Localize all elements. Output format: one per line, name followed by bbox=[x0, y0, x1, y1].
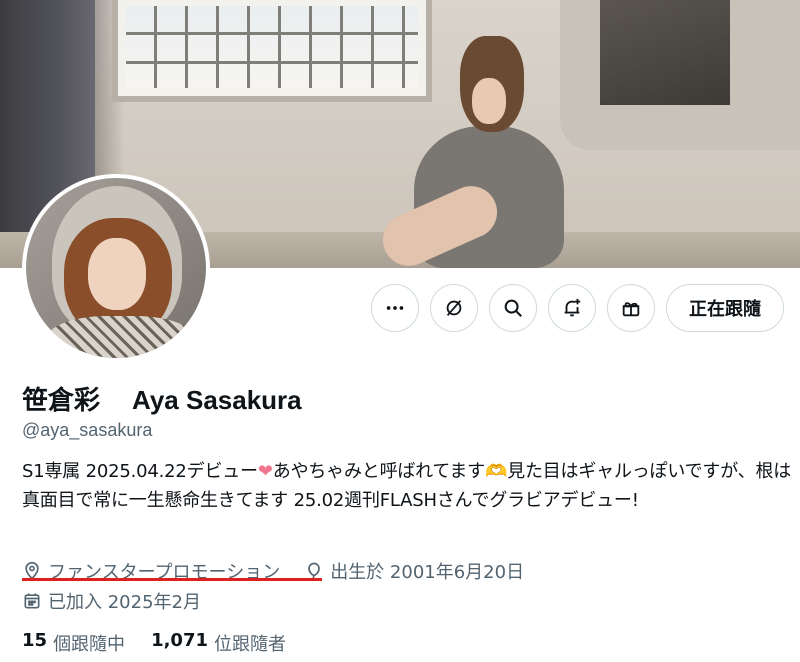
heart-emoji: ❤ bbox=[257, 461, 273, 482]
search-icon bbox=[504, 299, 522, 317]
grok-button[interactable] bbox=[430, 284, 478, 332]
avatar[interactable] bbox=[22, 174, 210, 362]
gift-button[interactable] bbox=[607, 284, 655, 332]
birthday-text: 出生於 2001年6月20日 bbox=[330, 562, 525, 583]
heart-hands-emoji: 🫶 bbox=[484, 461, 508, 482]
calendar-icon bbox=[24, 593, 40, 609]
profile-actions: 正在跟隨 bbox=[371, 284, 784, 332]
joined-text: 已加入 2025年2月 bbox=[48, 592, 201, 613]
more-icon bbox=[386, 306, 404, 310]
birthday-item: 出生於 2001年6月20日 bbox=[304, 558, 524, 584]
following-label: 個跟隨中 bbox=[53, 634, 126, 655]
annotation-underline bbox=[22, 578, 322, 581]
search-button[interactable] bbox=[489, 284, 537, 332]
followers-label: 位跟隨者 bbox=[214, 634, 286, 655]
gift-icon bbox=[622, 302, 640, 317]
display-name-jp: 笹倉彩 bbox=[22, 386, 101, 416]
display-name: 笹倉彩 Aya Sasakura bbox=[22, 380, 302, 417]
avatar-image bbox=[26, 178, 206, 358]
bell-plus-icon bbox=[564, 298, 581, 317]
banner-mirror bbox=[560, 0, 800, 150]
display-name-en: Aya Sasakura bbox=[132, 385, 302, 415]
notify-button[interactable] bbox=[548, 284, 596, 332]
profile-bio: S1専属 2025.04.22デビュー❤あやちゃみと呼ばれてます🫶見た目はギャル… bbox=[22, 457, 792, 515]
following-count: 15 bbox=[22, 630, 48, 651]
more-button[interactable] bbox=[371, 284, 419, 332]
user-handle: @aya_sasakura bbox=[22, 420, 153, 440]
joined-row: 已加入 2025年2月 bbox=[22, 588, 201, 614]
followers-stat[interactable]: 1,071 位跟隨者 bbox=[151, 630, 286, 656]
grok-icon bbox=[446, 300, 462, 316]
bio-part1: S1専属 2025.04.22デビュー bbox=[22, 461, 258, 482]
banner-person bbox=[374, 30, 570, 268]
bio-part2: あやちゃみと呼ばれてます bbox=[272, 461, 485, 482]
followers-count: 1,071 bbox=[151, 630, 208, 651]
joined-item: 已加入 2025年2月 bbox=[22, 588, 201, 614]
following-button[interactable]: 正在跟隨 bbox=[666, 284, 784, 332]
following-stat[interactable]: 15 個跟隨中 bbox=[22, 630, 125, 656]
follow-stats: 15 個跟隨中 1,071 位跟隨者 bbox=[22, 630, 286, 656]
